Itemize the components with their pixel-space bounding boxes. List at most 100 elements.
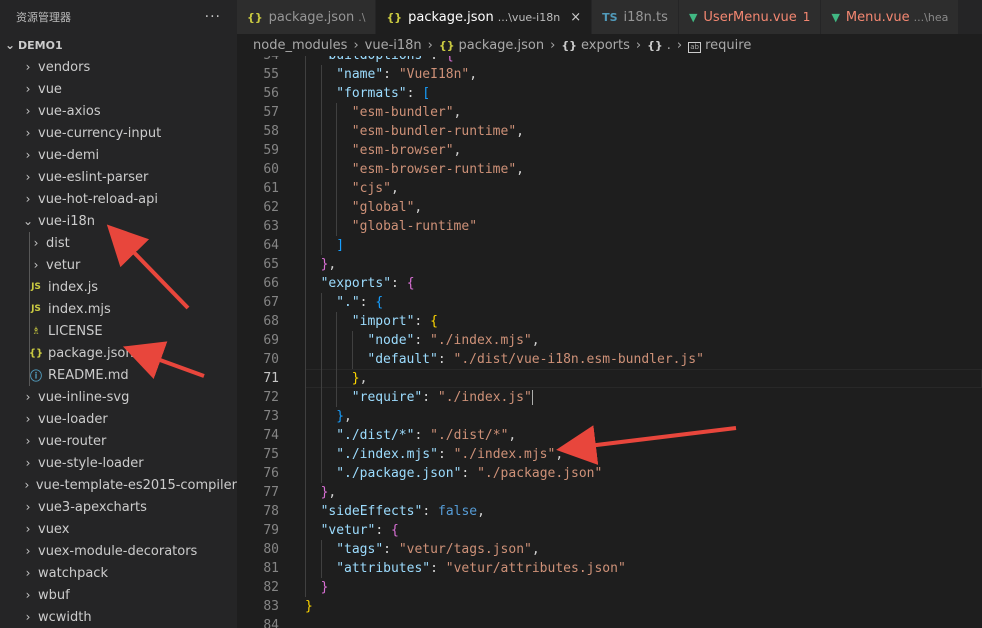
code-line: 71}, [237,369,982,388]
tree-item-label: vue-i18n [38,213,96,229]
breadcrumb-item[interactable]: {} package.json [439,38,544,53]
line-number: 60 [263,162,279,177]
indent-guide [305,483,306,502]
breadcrumb-item[interactable]: vue-i18n [365,38,422,53]
code-token: ] [336,238,345,253]
indent-guide [320,122,322,141]
indent-guide [305,255,306,274]
breadcrumb-item[interactable]: {}. [647,38,671,53]
code-token: "." [336,295,360,310]
tree-item-vue-currency-input[interactable]: › vue-currency-input [0,122,237,144]
code-token: "exports" [320,276,392,291]
chevron-right-icon: › [25,544,31,558]
explorer-sidebar: 资源管理器 ··· ⌄ DEMO1 › vendors › vue › vue-axios… [0,0,237,628]
code-token: , [453,143,462,158]
tree-item-label: vue-currency-input [38,125,162,141]
tree-item-vetur[interactable]: › vetur [0,254,237,276]
tree-item-vue-demi[interactable]: › vue-demi [0,144,237,166]
tree-item-vue-template-es2015-compiler[interactable]: › vue-template-es2015-compiler [0,474,237,496]
indent-guide [305,502,306,521]
tree-item-vue-eslint-parser[interactable]: › vue-eslint-parser [0,166,237,188]
tree-item-vue[interactable]: › vue [0,78,237,100]
json-file-icon: {} [247,10,263,24]
code-token: "global" [351,200,415,215]
tree-item-package-json[interactable]: {} package.json [0,342,237,364]
code-token: , [414,200,423,215]
indent-guide [320,84,322,103]
tree-item-wcwidth[interactable]: › wcwidth [0,606,237,628]
code-token: "esm-browser-runtime" [351,162,517,177]
code-token: "esm-browser" [351,143,454,158]
tree-item-vue-axios[interactable]: › vue-axios [0,100,237,122]
chevron-right-icon: › [353,37,359,53]
tree-item-label: wcwidth [38,609,92,625]
indent-guide [336,369,338,388]
project-section-header[interactable]: ⌄ DEMO1 [0,34,237,56]
tree-item-label: LICENSE [48,323,103,339]
tree-item-readme-md[interactable]: ⓘ README.md [0,364,237,386]
line-number: 71 [263,371,279,386]
line-number: 61 [263,181,279,196]
code-token: { [375,295,384,310]
code-text: "node": "./index.mjs", [367,331,539,350]
code-text: "./index.mjs": "./index.mjs", [336,445,563,464]
code-text: "attributes": "vetur/attributes.json" [336,559,626,578]
line-number: 59 [263,143,279,158]
indent-guide [305,331,306,350]
tree-item-license[interactable]: ♗ LICENSE [0,320,237,342]
tab-description: .\ [358,10,366,24]
line-number: 70 [263,352,279,367]
chevron-right-icon: › [25,456,31,470]
more-actions-icon[interactable]: ··· [205,9,221,25]
tree-item-index-js[interactable]: JS index.js [0,276,237,298]
tree-item-vuex[interactable]: › vuex [0,518,237,540]
line-number: 76 [263,466,279,481]
chevron-right-icon: › [427,37,433,53]
tree-item-wbuf[interactable]: › wbuf [0,584,237,606]
code-token: "require" [351,390,423,405]
tree-item-dist[interactable]: › dist [0,232,237,254]
tree-item-label: package.json [48,345,134,361]
tab-package-json[interactable]: {} package.json ...\vue-i18n × [376,0,593,34]
license-file-icon: ♗ [31,325,41,337]
breadcrumb-item[interactable]: {} exports [561,38,630,53]
tree-item-label: vue-axios [38,103,101,119]
indent-guide [351,331,353,350]
breadcrumb-item[interactable]: ab require [688,38,751,53]
code-line: 79 "vetur": { [237,521,982,540]
tree-item-vue-i18n[interactable]: ⌄ vue-i18n [0,210,237,232]
code-token: : [461,466,478,481]
code-line: 54 "buildOptions": { [237,56,982,65]
tree-item-label: vetur [46,257,81,273]
code-token: : [414,333,431,348]
tab-usermenu-vue[interactable]: ▼ UserMenu.vue 1 [678,0,822,34]
indent-guide [336,179,338,198]
tree-item-vue-hot-reload-api[interactable]: › vue-hot-reload-api [0,188,237,210]
tree-item-watchpack[interactable]: › watchpack [0,562,237,584]
line-number: 57 [263,105,279,120]
tree-item-vendors[interactable]: › vendors [0,56,237,78]
tree-item-vue-loader[interactable]: › vue-loader [0,408,237,430]
code-token: } [336,409,345,424]
indent-guide [305,464,306,483]
close-icon[interactable]: × [570,10,581,25]
code-editor[interactable]: 54"buildOptions": {55"name": "VueI18n",5… [237,56,982,628]
tree-item-label: vuex [38,521,70,537]
tab-package-json[interactable]: {} package.json .\ [237,0,377,34]
tree-item-index-mjs[interactable]: JS index.mjs [0,298,237,320]
tree-item-vue-router[interactable]: › vue-router [0,430,237,452]
tab-i18n-ts[interactable]: TS i18n.ts [592,0,679,34]
tree-item-vue-style-loader[interactable]: › vue-style-loader [0,452,237,474]
vue-file-icon: ▼ [831,10,840,24]
tab-menu-vue[interactable]: ▼ Menu.vue ...\hea [821,0,960,34]
code-token: { [430,314,438,329]
breadcrumb-item[interactable]: node_modules [253,38,347,53]
tree-item-vue-inline-svg[interactable]: › vue-inline-svg [0,386,237,408]
tree-item-vue3-apexcharts[interactable]: › vue3-apexcharts [0,496,237,518]
chevron-right-icon: › [25,148,31,162]
tree-item-vuex-module-decorators[interactable]: › vuex-module-decorators [0,540,237,562]
indent-guide [305,293,306,312]
code-text: "vetur": { [321,521,399,540]
indent-guide [320,236,322,255]
code-line: 66 "exports": { [237,274,982,293]
